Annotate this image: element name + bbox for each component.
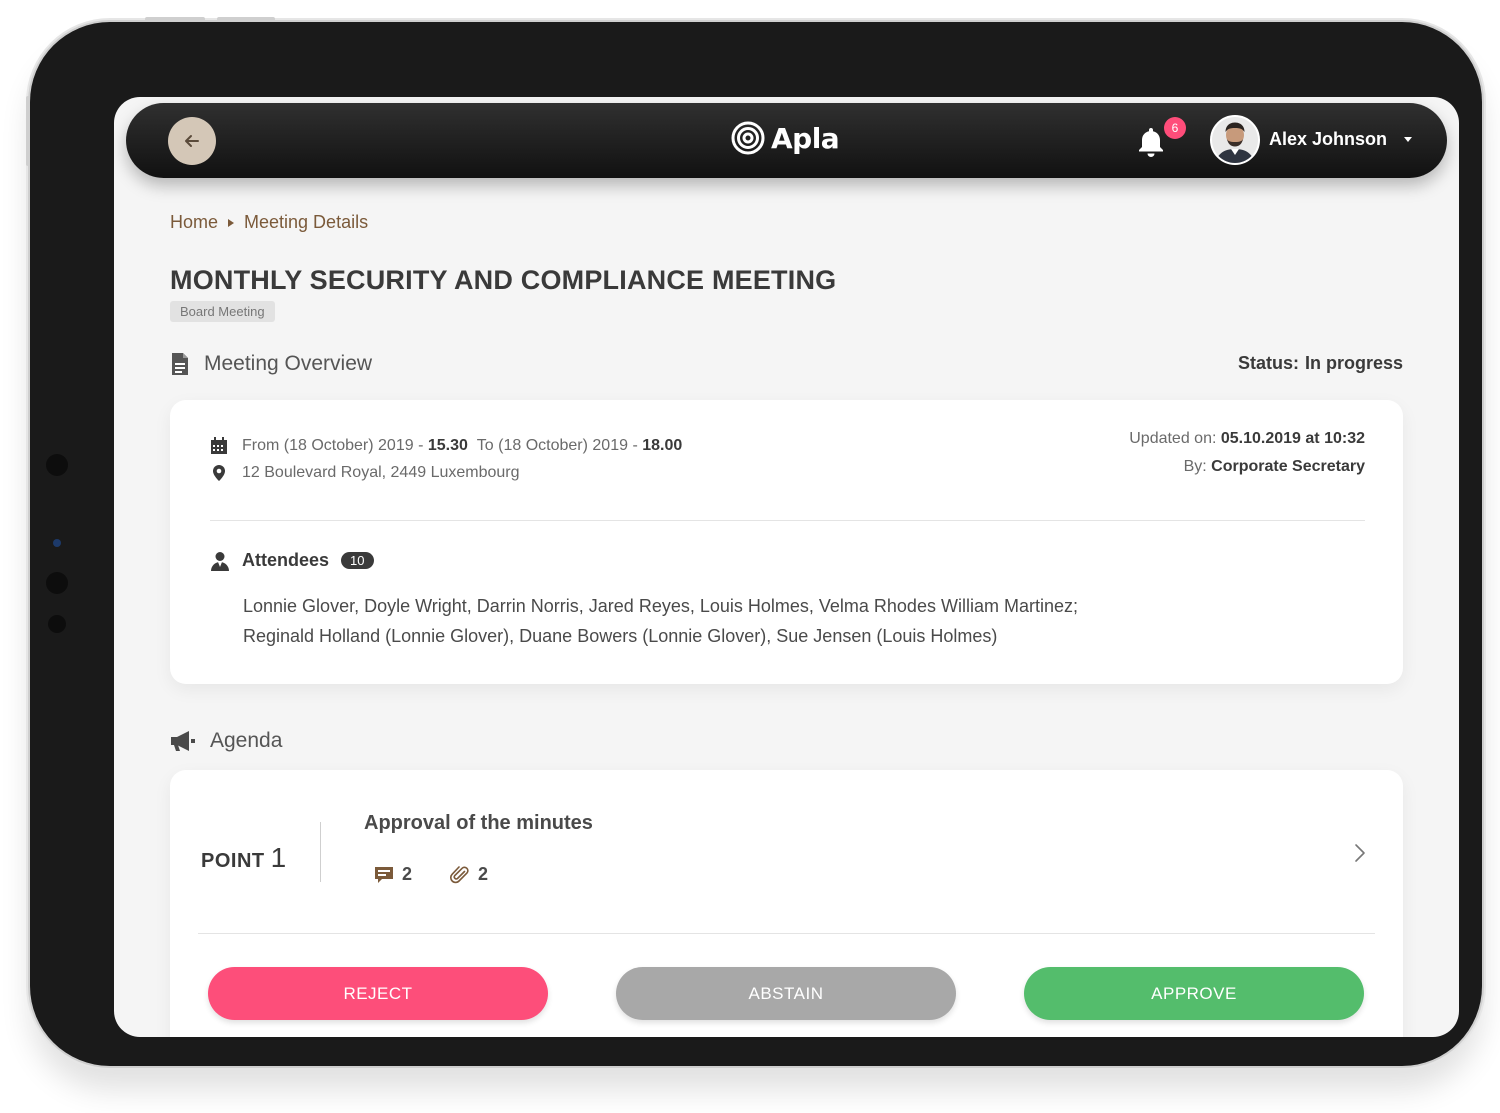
updated-value: 05.10.2019 at 10:32	[1220, 430, 1365, 447]
chevron-down-icon[interactable]	[1404, 137, 1412, 142]
top-bar: Apla 6 Alex Johnson	[126, 103, 1447, 178]
abstain-button[interactable]: ABSTAIN	[616, 967, 956, 1020]
overview-title: Meeting Overview	[204, 352, 373, 375]
point-label-text: POINT	[201, 850, 265, 872]
meeting-type-tag: Board Meeting	[170, 301, 275, 322]
hardware-button	[26, 96, 30, 166]
agenda-card: POINT 1 Approval of the minutes 2 2 REJE…	[170, 770, 1403, 1037]
back-arrow-icon	[185, 135, 199, 147]
user-name[interactable]: Alex Johnson	[1269, 129, 1387, 150]
camera-dot	[53, 539, 61, 547]
point-label: POINT 1	[201, 842, 287, 874]
agenda-point-meta: 2 2	[374, 864, 488, 885]
overview-card: From (18 October) 2019 - 15.30 To (18 Oc…	[170, 400, 1403, 684]
status-label: Status:	[1237, 353, 1299, 373]
tablet-frame: Apla 6 Alex Johnson Home Meeting Details…	[30, 22, 1482, 1066]
breadcrumb-separator-icon	[228, 218, 235, 227]
overview-section-header: Meeting Overview	[170, 352, 372, 376]
attendees-label: Attendees	[242, 550, 330, 570]
reject-button[interactable]: REJECT	[208, 967, 548, 1020]
agenda-title: Agenda	[210, 729, 283, 752]
notification-badge: 6	[1164, 117, 1186, 139]
hardware-button	[217, 17, 275, 21]
attendees-list-line-2: Reginald Holland (Lonnie Glover), Duane …	[243, 626, 998, 646]
point-number: 1	[270, 842, 287, 873]
location-text: 12 Boulevard Royal, 2449 Luxembourg	[242, 464, 520, 481]
by-label: By:	[1183, 458, 1207, 475]
avatar[interactable]	[1210, 115, 1260, 165]
app-name: Apla	[771, 121, 840, 155]
calendar-icon	[211, 437, 227, 454]
status-value: In progress	[1304, 353, 1403, 373]
chevron-right-icon[interactable]	[1353, 842, 1367, 864]
bell-icon[interactable]	[1136, 125, 1166, 159]
app-logo[interactable]: Apla	[731, 121, 840, 155]
agenda-point-title[interactable]: Approval of the minutes	[364, 812, 593, 835]
by-value: Corporate Secretary	[1211, 458, 1365, 475]
app-screen: Apla 6 Alex Johnson Home Meeting Details…	[114, 97, 1459, 1037]
attendees-count: 10	[341, 552, 374, 569]
hardware-button	[145, 17, 205, 21]
agenda-section-header: Agenda	[170, 729, 282, 753]
camera-dot	[46, 454, 68, 476]
overview-divider	[210, 520, 1365, 521]
back-button[interactable]	[168, 117, 216, 165]
agenda-divider	[198, 933, 1375, 934]
document-icon	[172, 353, 188, 375]
from-time: 15.30	[427, 437, 468, 454]
megaphone-icon	[171, 731, 195, 751]
avatar-image	[1212, 117, 1258, 163]
date-line: From (18 October) 2019 - 15.30 To (18 Oc…	[210, 437, 682, 455]
camera-dot	[48, 615, 66, 633]
attendees-list-line-1: Lonnie Glover, Doyle Wright, Darrin Norr…	[243, 596, 1078, 616]
page-title: MONTHLY SECURITY AND COMPLIANCE MEETING	[170, 265, 837, 295]
status-badge: Status: In progress	[1238, 353, 1403, 374]
updated-by: By: Corporate Secretary	[1184, 458, 1365, 476]
paperclip-icon	[450, 865, 469, 883]
comments-count: 2	[402, 864, 413, 884]
camera-dot	[46, 572, 68, 594]
breadcrumb: Home Meeting Details	[170, 212, 368, 233]
breadcrumb-current: Meeting Details	[244, 212, 369, 232]
apla-logo-icon	[731, 121, 765, 155]
updated-label: Updated on:	[1129, 430, 1217, 447]
updated-on: Updated on: 05.10.2019 at 10:32	[1129, 430, 1365, 448]
location-line: 12 Boulevard Royal, 2449 Luxembourg	[210, 464, 520, 482]
approve-button[interactable]: APPROVE	[1024, 967, 1364, 1020]
point-separator	[320, 822, 321, 882]
breadcrumb-home[interactable]: Home	[170, 212, 218, 233]
from-text: From (18 October) 2019 -	[242, 437, 424, 454]
location-pin-icon	[213, 465, 225, 481]
to-text: To (18 October) 2019 -	[476, 437, 638, 454]
attendees-header: Attendees 10	[210, 550, 374, 571]
attachments-count: 2	[478, 864, 489, 884]
comment-icon	[375, 866, 393, 883]
user-icon	[211, 551, 229, 571]
to-time: 18.00	[642, 437, 683, 454]
